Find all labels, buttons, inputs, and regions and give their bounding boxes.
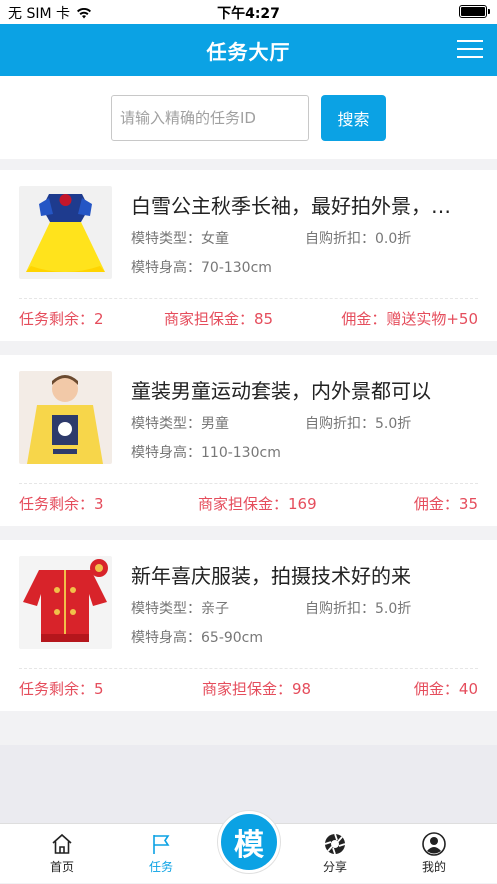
task-model-height: 模特身高：110-130cm xyxy=(131,445,281,461)
tab-tasks-label: 任务 xyxy=(148,860,173,874)
task-discount: 自购折扣：5.0折 xyxy=(305,601,412,617)
tab-share-label: 分享 xyxy=(322,860,347,874)
page-title: 任务大厅 xyxy=(206,39,291,64)
task-card[interactable]: 新年喜庆服装，拍摄技术好的来 模特类型：亲子 自购折扣：5.0折 模特身高：65… xyxy=(0,540,497,711)
task-title: 白雪公主秋季长袖，最好拍外景，… xyxy=(131,194,451,218)
task-commission: 佣金：40 xyxy=(413,680,478,698)
task-card[interactable]: 童装男童运动套装，内外景都可以 模特类型：男童 自购折扣：5.0折 模特身高：1… xyxy=(0,355,497,526)
task-model-height: 模特身高：70-130cm xyxy=(131,260,272,276)
tab-tasks[interactable]: 任务 xyxy=(121,824,201,884)
task-card[interactable]: 白雪公主秋季长袖，最好拍外景，… 模特类型：女童 自购折扣：0.0折 模特身高：… xyxy=(0,170,497,341)
tab-home-label: 首页 xyxy=(49,860,74,874)
task-thumbnail xyxy=(19,371,112,464)
task-thumbnail xyxy=(19,186,112,279)
task-model-type: 模特类型：男童 xyxy=(131,416,229,432)
tab-share[interactable]: 分享 xyxy=(295,824,375,884)
task-commission: 佣金：35 xyxy=(413,495,478,513)
user-icon xyxy=(422,832,446,856)
status-time: 下午4:27 xyxy=(217,6,280,22)
tab-home[interactable]: 首页 xyxy=(22,824,102,884)
task-remaining: 任务剩余：3 xyxy=(19,495,104,513)
home-icon xyxy=(52,833,72,854)
search-input[interactable] xyxy=(111,95,309,141)
task-discount: 自购折扣：0.0折 xyxy=(305,231,412,247)
task-model-type: 模特类型：亲子 xyxy=(131,601,229,617)
task-deposit: 商家担保金：85 xyxy=(164,310,274,328)
task-title: 童装男童运动套装，内外景都可以 xyxy=(131,379,431,403)
task-deposit: 商家担保金：98 xyxy=(202,680,312,698)
share-aperture-icon xyxy=(324,833,346,855)
tab-mine[interactable]: 我的 xyxy=(394,824,474,884)
task-deposit: 商家担保金：169 xyxy=(198,495,317,513)
task-remaining: 任务剩余：2 xyxy=(19,310,104,328)
task-title: 新年喜庆服装，拍摄技术好的来 xyxy=(131,564,411,588)
center-model-button[interactable]: 模 xyxy=(218,811,280,873)
task-commission: 佣金：赠送实物+50 xyxy=(341,310,478,328)
task-divider xyxy=(19,668,478,669)
task-remaining: 任务剩余：5 xyxy=(19,680,104,698)
menu-button[interactable] xyxy=(457,38,483,60)
task-model-type: 模特类型：女童 xyxy=(131,231,229,247)
task-divider xyxy=(19,298,478,299)
task-model-height: 模特身高：65-90cm xyxy=(131,630,264,646)
nav-bar: 任务大厅 xyxy=(0,24,497,76)
task-divider xyxy=(19,483,478,484)
search-area: 搜索 xyxy=(0,76,497,159)
search-button[interactable]: 搜索 xyxy=(321,95,386,141)
tab-mine-label: 我的 xyxy=(421,860,446,874)
flag-icon xyxy=(153,835,170,854)
task-thumbnail xyxy=(19,556,112,649)
battery-icon xyxy=(459,5,490,18)
task-discount: 自购折扣：5.0折 xyxy=(305,416,412,432)
status-bar: 无 SIM 卡 下午4:27 xyxy=(0,0,497,24)
